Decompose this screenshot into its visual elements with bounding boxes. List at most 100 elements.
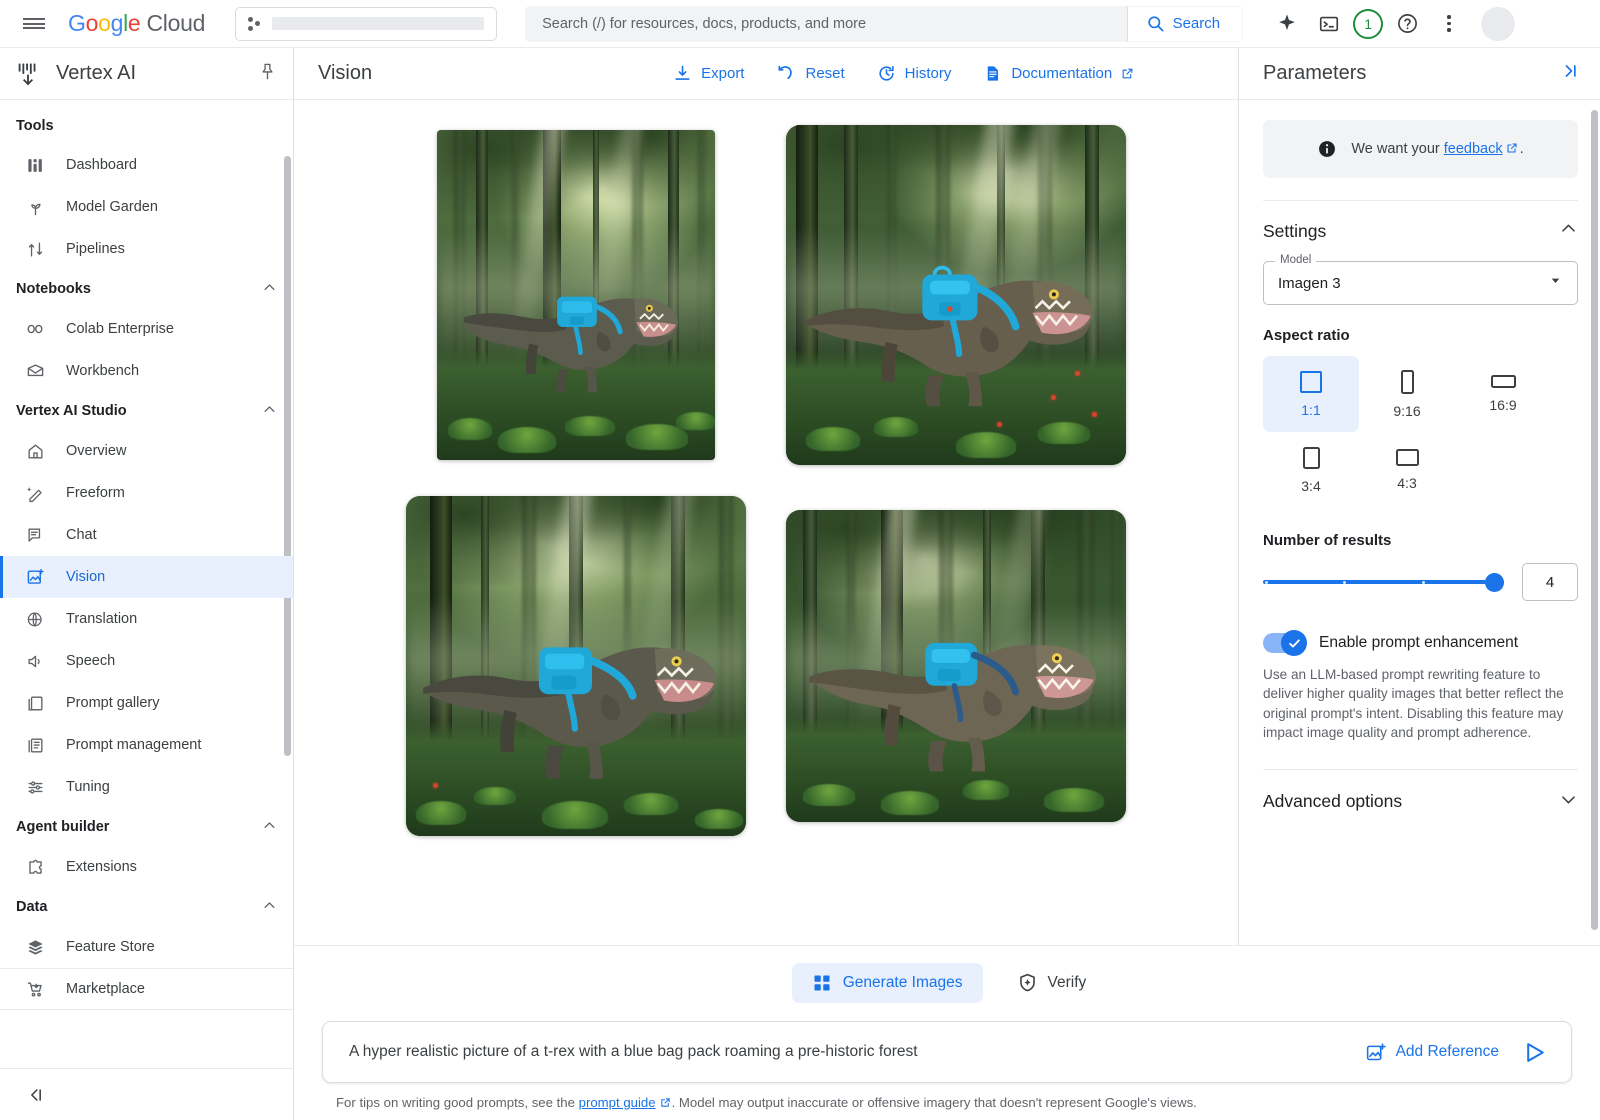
sidebar-item-feature-store[interactable]: Feature Store (0, 926, 293, 968)
aspect-ratio-3-4[interactable]: 3:4 (1263, 432, 1359, 508)
documentation-button[interactable]: Documentation (972, 57, 1145, 90)
shield-sparkle-icon (1017, 972, 1038, 993)
prompt-input-container[interactable]: Add Reference (322, 1021, 1572, 1083)
prompt-enhancement-row[interactable]: Enable prompt enhancement (1263, 633, 1578, 653)
puzzle-piece-icon (24, 856, 46, 878)
sidebar-product-title: Vertex AI (56, 62, 244, 85)
vertex-ai-logo-icon (14, 60, 42, 88)
history-button[interactable]: History (866, 57, 963, 90)
colab-icon (24, 318, 46, 340)
sidebar-item-model-garden[interactable]: Model Garden (0, 186, 293, 228)
sidebar-item-chat[interactable]: Chat (0, 514, 293, 556)
gemini-sparkle-icon[interactable] (1269, 6, 1305, 42)
sidebar-collapse-button[interactable] (0, 1068, 293, 1120)
landscape-shape-icon (1396, 449, 1419, 466)
chevron-down-icon (1559, 790, 1578, 814)
number-of-results-value: 4 (1546, 574, 1554, 591)
reset-label: Reset (805, 65, 844, 82)
sidebar-item-colab-enterprise[interactable]: Colab Enterprise (0, 308, 293, 350)
search-button[interactable]: Search (1127, 7, 1243, 41)
generate-images-button[interactable]: Generate Images (792, 963, 983, 1003)
expand-right-icon[interactable] (1558, 61, 1580, 86)
prompt-input[interactable] (349, 1043, 1351, 1061)
project-selector[interactable] (235, 7, 497, 41)
sidebar-item-label: Translation (66, 611, 137, 627)
sidebar-item-workbench[interactable]: Workbench (0, 350, 293, 392)
help-circle-icon[interactable] (1389, 6, 1425, 42)
generated-image-4[interactable] (786, 510, 1126, 822)
sidebar-item-label: Pipelines (66, 241, 125, 257)
aspect-ratio-4-3[interactable]: 4:3 (1359, 432, 1455, 508)
top-bar-icons: 1 (1269, 6, 1515, 42)
portrait-shape-icon (1401, 370, 1414, 394)
export-label: Export (701, 65, 744, 82)
sidebar-item-label: Chat (66, 527, 97, 543)
sidebar-item-extensions[interactable]: Extensions (0, 846, 293, 888)
add-reference-button[interactable]: Add Reference (1351, 1033, 1513, 1072)
chevron-up-icon (262, 898, 277, 916)
number-of-results-title: Number of results (1263, 532, 1578, 549)
feedback-banner: We want your feedback. (1263, 120, 1578, 178)
sidebar-section-vertex-ai-studio[interactable]: Vertex AI Studio (0, 392, 293, 430)
sidebar-item-pipelines[interactable]: Pipelines (0, 228, 293, 270)
sidebar-item-freeform[interactable]: Freeform (0, 472, 293, 514)
sidebar-section-tools: Tools (0, 108, 293, 144)
advanced-options-header[interactable]: Advanced options (1263, 769, 1578, 832)
sidebar-item-label: Workbench (66, 363, 139, 379)
sidebar-item-prompt-management[interactable]: Prompt management (0, 724, 293, 766)
trex-illustration (459, 248, 693, 413)
history-clock-icon (877, 64, 896, 83)
generated-image-2[interactable] (786, 125, 1126, 465)
sidebar-item-vision[interactable]: Vision (0, 556, 293, 598)
sidebar-item-overview[interactable]: Overview (0, 430, 293, 472)
feedback-link[interactable]: feedback (1444, 141, 1503, 157)
generated-image-3[interactable] (406, 496, 746, 836)
chevron-down-icon (1548, 273, 1563, 293)
global-search[interactable]: Search (525, 6, 1243, 42)
sidebar-item-speech[interactable]: Speech (0, 640, 293, 682)
user-avatar[interactable] (1481, 7, 1515, 41)
hamburger-menu-icon[interactable] (14, 4, 54, 44)
top-app-bar: Google Cloud Search 1 (0, 0, 1600, 48)
parameters-scrollbar[interactable] (1591, 110, 1598, 930)
search-input[interactable] (526, 7, 1126, 41)
section-label: Data (16, 899, 262, 915)
notifications-count: 1 (1364, 16, 1372, 32)
aspect-ratio-9-16[interactable]: 9:16 (1359, 356, 1455, 432)
settings-section-header[interactable]: Settings (1263, 201, 1578, 257)
result-cell (406, 493, 746, 838)
aspect-ratio-1-1[interactable]: 1:1 (1263, 356, 1359, 432)
prompt-guide-link[interactable]: prompt guide (579, 1095, 656, 1110)
aspect-ratio-16-9[interactable]: 16:9 (1455, 356, 1551, 432)
app-shell: Vertex AI Tools Dashboard (0, 48, 1600, 1120)
documentation-label: Documentation (1011, 65, 1112, 82)
sidebar-item-marketplace[interactable]: Marketplace (0, 968, 293, 1010)
export-button[interactable]: Export (662, 57, 755, 90)
sidebar-item-label: Prompt gallery (66, 695, 159, 711)
number-of-results-slider[interactable] (1263, 569, 1504, 595)
model-select[interactable]: Model Imagen 3 (1263, 261, 1578, 305)
notifications-badge[interactable]: 1 (1353, 9, 1383, 39)
history-label: History (905, 65, 952, 82)
sidebar-item-tuning[interactable]: Tuning (0, 766, 293, 808)
sidebar-section-data[interactable]: Data (0, 888, 293, 926)
number-of-results-input[interactable]: 4 (1522, 563, 1578, 601)
cloud-shell-terminal-icon[interactable] (1311, 6, 1347, 42)
kebab-more-icon[interactable] (1431, 6, 1467, 42)
reset-button[interactable]: Reset (765, 57, 855, 91)
prompt-enhancement-toggle[interactable] (1263, 633, 1305, 653)
send-prompt-button[interactable] (1513, 1030, 1557, 1074)
sidebar-item-prompt-gallery[interactable]: Prompt gallery (0, 682, 293, 724)
speaker-sparkle-icon (24, 650, 46, 672)
google-cloud-logo[interactable]: Google Cloud (68, 10, 205, 37)
verify-button[interactable]: Verify (1001, 962, 1103, 1003)
slider-knob[interactable] (1485, 573, 1504, 592)
add-reference-label: Add Reference (1396, 1043, 1499, 1061)
sidebar-section-agent-builder[interactable]: Agent builder (0, 808, 293, 846)
undo-arrow-icon (776, 64, 796, 84)
sidebar-item-translation[interactable]: Translation (0, 598, 293, 640)
sidebar-section-notebooks[interactable]: Notebooks (0, 270, 293, 308)
generated-image-1[interactable] (437, 130, 715, 460)
sidebar-item-dashboard[interactable]: Dashboard (0, 144, 293, 186)
pin-icon[interactable] (258, 62, 277, 86)
